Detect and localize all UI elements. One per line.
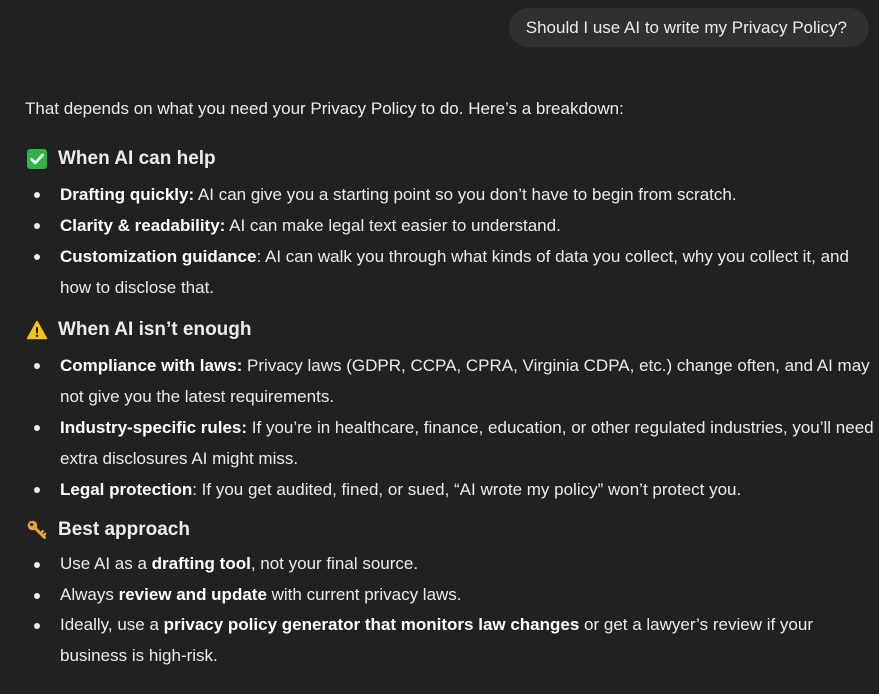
item-label: Compliance with laws: — [60, 356, 243, 375]
assistant-message: That depends on what you need your Priva… — [25, 97, 875, 671]
assistant-intro: That depends on what you need your Priva… — [25, 99, 624, 118]
item-text: AI can make legal text easier to underst… — [225, 216, 561, 235]
item-emphasis: privacy policy generator that monitors l… — [163, 615, 580, 634]
list-item: Drafting quickly: AI can give you a star… — [25, 179, 875, 210]
warning-icon — [26, 319, 48, 341]
list-item: Clarity & readability: AI can make legal… — [25, 210, 875, 241]
item-text-pre: Use AI as a — [60, 554, 152, 573]
section-title: Best approach — [58, 519, 190, 540]
item-label: Customization guidance — [60, 247, 257, 266]
item-text-pre: Always — [60, 584, 119, 604]
list-item: Use AI as a drafting tool, not your fina… — [25, 549, 875, 580]
item-emphasis: drafting tool — [151, 554, 251, 573]
list-item: Always review and update with current pr… — [25, 580, 875, 611]
item-text-post: with current privacy laws. — [266, 584, 462, 604]
item-text-pre: Ideally, use a — [60, 615, 164, 634]
item-text-post: , not your final source. — [250, 554, 419, 573]
section-heading-when-ai-can-help: When AI can help — [25, 147, 875, 171]
section-heading-when-ai-isnt-enough: When AI isn’t enough — [25, 318, 875, 342]
section-list-when-ai-isnt-enough: Compliance with laws: Privacy laws (GDPR… — [25, 350, 875, 505]
list-item: Legal protection: If you get audited, fi… — [25, 474, 875, 505]
section-heading-best-approach: Best approach — [25, 518, 875, 542]
item-label: Industry-specific rules: — [60, 418, 248, 437]
item-emphasis: review and update — [118, 584, 267, 604]
section-title: When AI can help — [58, 148, 216, 169]
list-item: Ideally, use a privacy policy generator … — [25, 610, 875, 671]
item-label: Legal protection — [60, 480, 193, 499]
item-label: Drafting quickly: — [60, 185, 195, 204]
user-message-text: Should I use AI to write my Privacy Poli… — [525, 18, 847, 37]
item-label: Clarity & readability: — [60, 216, 226, 235]
section-list-when-ai-can-help: Drafting quickly: AI can give you a star… — [25, 179, 875, 303]
list-item: Compliance with laws: Privacy laws (GDPR… — [25, 350, 875, 412]
section-list-best-approach: Use AI as a drafting tool, not your fina… — [25, 549, 875, 671]
list-item: Customization guidance: AI can walk you … — [25, 241, 875, 303]
check-mark-button-icon — [26, 148, 48, 170]
chat-thread: Should I use AI to write my Privacy Poli… — [0, 0, 879, 694]
item-text: : If you get audited, fined, or sued, “A… — [192, 480, 742, 499]
user-message-bubble: Should I use AI to write my Privacy Poli… — [508, 8, 869, 47]
list-item: Industry-specific rules: If you’re in he… — [25, 412, 875, 474]
item-text: AI can give you a starting point so you … — [194, 185, 737, 204]
section-title: When AI isn’t enough — [58, 319, 252, 340]
key-icon — [26, 519, 48, 541]
